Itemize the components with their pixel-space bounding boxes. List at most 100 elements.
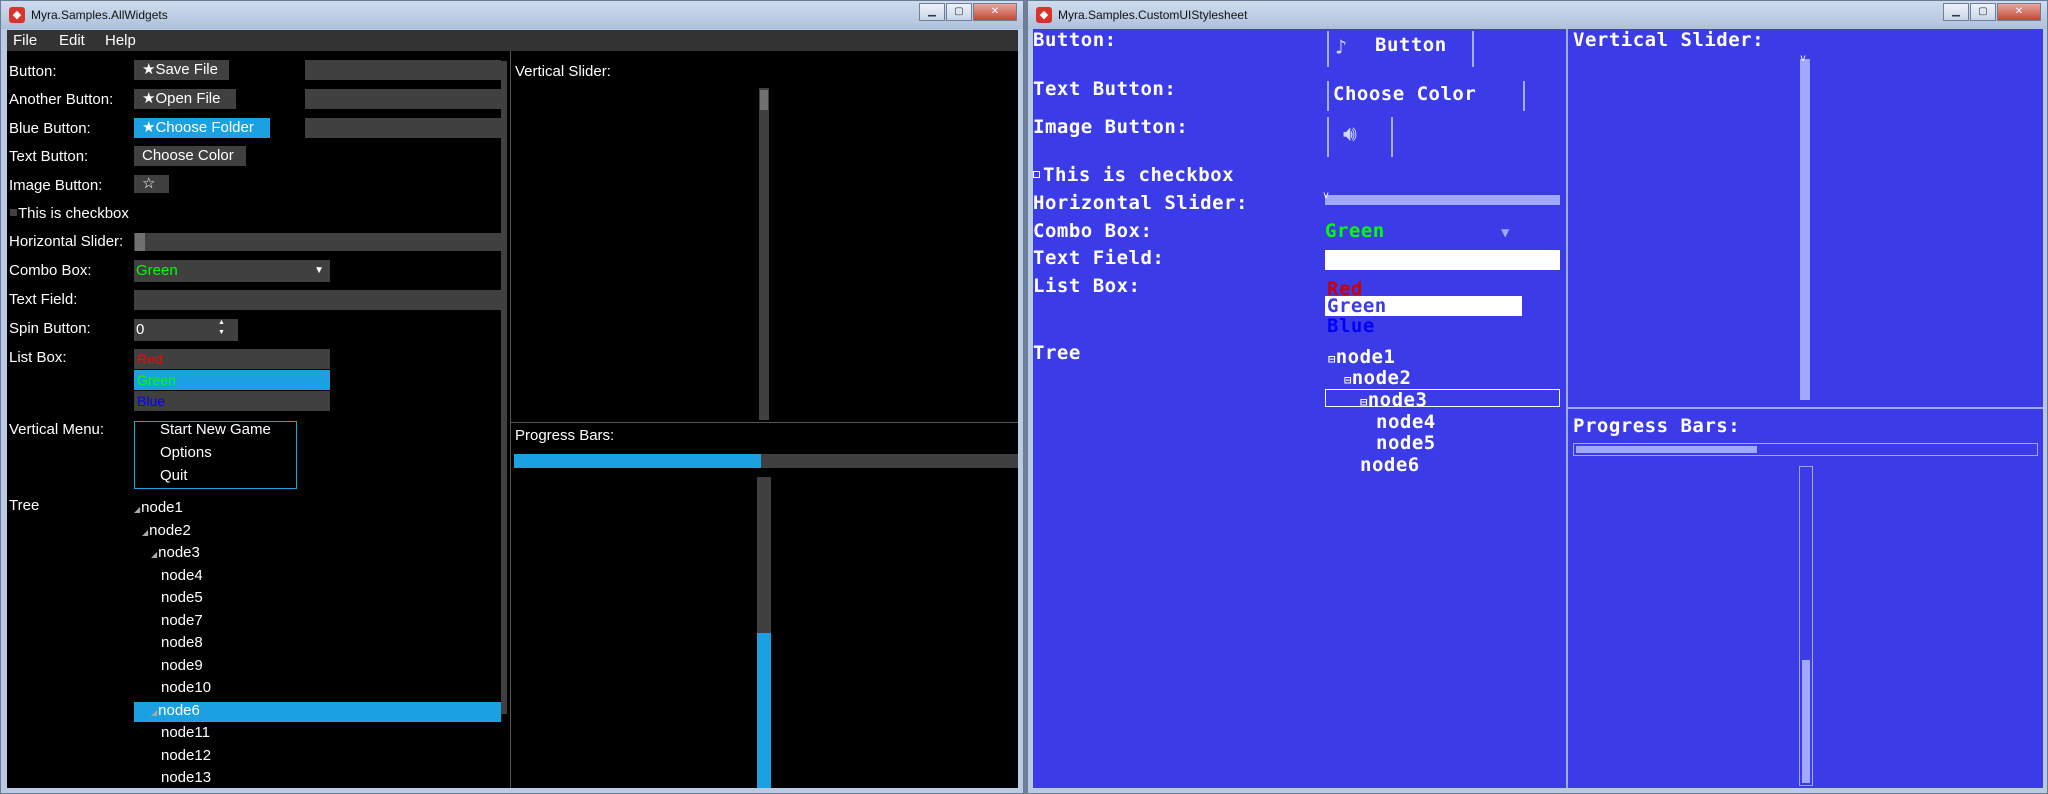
music-button[interactable]: ♪ Button: [1327, 31, 1474, 67]
horizontal-slider-knob[interactable]: [135, 233, 145, 251]
tree-label: Tree: [9, 497, 40, 514]
progress-fill: [757, 632, 771, 788]
minimize-icon[interactable]: ▁: [1943, 3, 1969, 21]
list-item-green[interactable]: Green: [134, 370, 330, 390]
tree-node[interactable]: node6: [1360, 454, 1420, 476]
progress-fill: [514, 454, 761, 468]
dropdown-arrow-icon: ▼: [314, 265, 324, 276]
spin-arrows-icon[interactable]: ▲ ▼: [218, 318, 225, 338]
text-field[interactable]: [1325, 250, 1560, 270]
horizontal-splitter[interactable]: [1568, 407, 2043, 409]
music-note-icon: ♪: [1335, 35, 1348, 59]
horizontal-progress-bar: [514, 454, 1018, 468]
tree-node[interactable]: node9: [161, 657, 203, 674]
horizontal-splitter[interactable]: [511, 422, 1018, 423]
tree-node[interactable]: ◢node1: [134, 499, 183, 516]
list-item-green[interactable]: Green: [1325, 295, 1522, 317]
tree-node[interactable]: node5: [1376, 432, 1436, 454]
title-bar[interactable]: ◆ Myra.Samples.CustomUIStylesheet ▁ ▢ ✕: [1028, 1, 2047, 29]
menu-edit[interactable]: Edit: [59, 32, 85, 49]
button-row-fill: [305, 118, 501, 138]
vertical-splitter[interactable]: [510, 51, 511, 788]
app-icon: ◆: [1036, 7, 1052, 23]
combo-value[interactable]: Green: [1325, 220, 1385, 242]
tree-node[interactable]: node10: [161, 679, 211, 696]
tree-node[interactable]: node7: [161, 612, 203, 629]
maximize-icon[interactable]: ▢: [1970, 3, 1996, 21]
list-box-label: List Box:: [9, 349, 67, 366]
close-icon[interactable]: ✕: [973, 3, 1017, 21]
text-button-label: Text Button:: [1033, 78, 1177, 100]
menu-item-quit[interactable]: Quit: [160, 467, 188, 484]
horizontal-slider-track[interactable]: [1325, 195, 1560, 205]
slider-knob-icon[interactable]: v: [1323, 190, 1329, 201]
progress-bars-label: Progress Bars:: [1573, 415, 1741, 437]
vertical-slider-track[interactable]: [759, 88, 769, 420]
tree-node-selected[interactable]: ⊟node3: [1360, 389, 1427, 411]
horizontal-progress-bar: [1573, 443, 2038, 456]
tree-node-label: node2: [1351, 367, 1412, 389]
dropdown-arrow-icon[interactable]: ▼: [1501, 225, 1509, 241]
choose-color-label: Choose Color: [1333, 83, 1477, 105]
speaker-button[interactable]: 🔊︎: [1327, 117, 1393, 157]
choose-color-button[interactable]: Choose Color: [1327, 81, 1525, 111]
star-icon: ★: [142, 90, 156, 107]
tree-node[interactable]: node11: [161, 724, 210, 741]
checkbox-label[interactable]: This is checkbox: [18, 205, 129, 222]
tree-node[interactable]: node4: [161, 567, 203, 584]
button-row-fill: [305, 89, 501, 109]
expand-icon[interactable]: ◢: [134, 505, 140, 514]
expand-icon[interactable]: ◢: [151, 550, 157, 559]
vertical-slider-track[interactable]: [1800, 59, 1810, 400]
checkbox[interactable]: [10, 209, 17, 216]
menu-item-options[interactable]: Options: [160, 444, 212, 461]
list-item-blue[interactable]: Blue: [134, 391, 330, 411]
tree-node[interactable]: ◢node3: [151, 544, 200, 561]
star-icon: ★: [142, 119, 156, 136]
window-title: Myra.Samples.CustomUIStylesheet: [1058, 8, 1248, 22]
tree-node[interactable]: ⊟node1: [1328, 346, 1395, 368]
menu-file[interactable]: File: [13, 32, 37, 49]
expand-icon[interactable]: ◢: [142, 528, 148, 537]
collapse-icon[interactable]: ◢: [151, 708, 157, 717]
vertical-slider-knob[interactable]: [760, 90, 768, 110]
vertical-slider-label: Vertical Slider:: [1573, 29, 1765, 51]
choose-folder-button[interactable]: ★Choose Folder: [134, 118, 270, 138]
text-field[interactable]: [134, 290, 501, 310]
open-file-button[interactable]: ★Open File: [134, 89, 236, 109]
blue-button-label: Blue Button:: [9, 120, 91, 137]
collapse-icon[interactable]: ⊟: [1344, 373, 1352, 387]
tree-node[interactable]: node12: [161, 747, 211, 764]
slider-knob-icon[interactable]: v: [1800, 53, 1806, 64]
horizontal-slider-track[interactable]: [134, 233, 501, 251]
list-item-red[interactable]: Red: [134, 349, 330, 369]
left-panel-scrollbar[interactable]: [501, 61, 507, 714]
tree-node[interactable]: node4: [1376, 411, 1436, 433]
menu-item-start[interactable]: Start New Game: [160, 421, 271, 438]
combo-box[interactable]: Green ▼: [134, 260, 330, 282]
star-icon: ★: [142, 61, 156, 78]
collapse-icon[interactable]: ⊟: [1360, 395, 1368, 409]
maximize-icon[interactable]: ▢: [946, 3, 972, 21]
tree-node[interactable]: node13: [161, 769, 211, 786]
tree-node[interactable]: ◢node2: [142, 522, 191, 539]
list-item-blue[interactable]: Blue: [1327, 315, 1375, 337]
spin-value[interactable]: 0: [136, 321, 144, 338]
image-button[interactable]: ☆: [134, 175, 169, 193]
spin-button-label: Spin Button:: [9, 320, 91, 337]
choose-color-button[interactable]: Choose Color: [134, 146, 246, 166]
title-bar[interactable]: ◆ Myra.Samples.AllWidgets ▁ ▢ ✕: [1, 1, 1023, 29]
close-icon[interactable]: ✕: [1997, 3, 2041, 21]
tree-node[interactable]: node5: [161, 589, 203, 606]
save-file-button[interactable]: ★Save File: [134, 60, 229, 80]
tree-node[interactable]: node8: [161, 634, 203, 651]
checkbox-label[interactable]: This is checkbox: [1043, 164, 1234, 186]
collapse-icon[interactable]: ⊟: [1328, 352, 1336, 366]
minimize-icon[interactable]: ▁: [919, 3, 945, 21]
app-icon: ◆: [9, 7, 25, 23]
progress-fill: [1802, 659, 1810, 783]
tree-node-selected[interactable]: ◢node6: [151, 702, 200, 719]
tree-node[interactable]: ⊟node2: [1344, 367, 1411, 389]
menu-help[interactable]: Help: [105, 32, 136, 49]
checkbox[interactable]: [1033, 171, 1040, 178]
